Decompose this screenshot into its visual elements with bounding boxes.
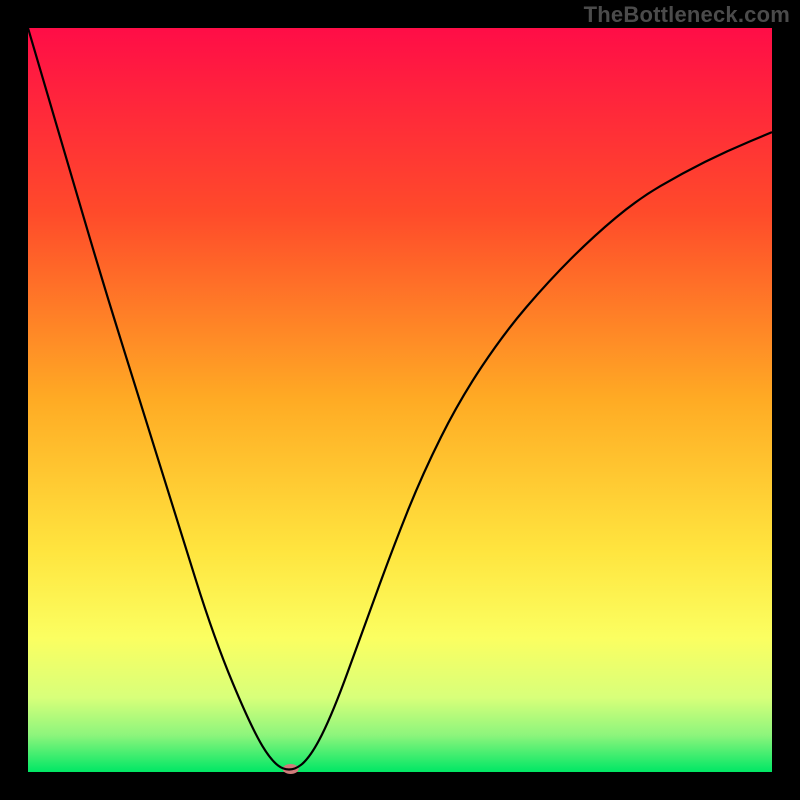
bottleneck-chart (0, 0, 800, 800)
chart-frame: TheBottleneck.com (0, 0, 800, 800)
watermark-text: TheBottleneck.com (584, 2, 790, 28)
